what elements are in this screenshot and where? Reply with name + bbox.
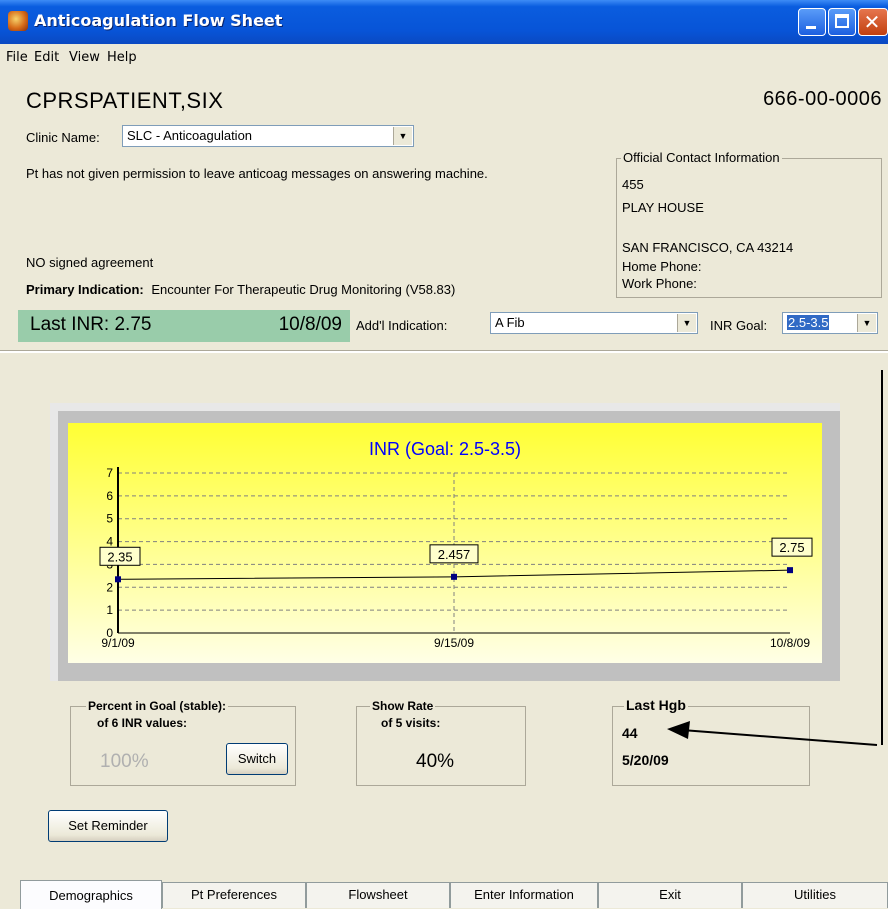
x-tick-label: 9/1/09 xyxy=(101,636,135,650)
chevron-down-icon[interactable]: ▼ xyxy=(393,127,412,145)
minimize-icon xyxy=(806,26,816,29)
tab-enter-information[interactable]: Enter Information xyxy=(450,882,598,908)
clinic-label: Clinic Name: xyxy=(26,130,100,145)
set-reminder-label: Set Reminder xyxy=(68,818,148,833)
chart-title: INR (Goal: 2.5-3.5) xyxy=(369,439,521,459)
work-phone-label: Work Phone: xyxy=(622,276,697,291)
data-point xyxy=(115,576,121,583)
contact-legend: Official Contact Information xyxy=(621,150,782,165)
data-point xyxy=(787,567,793,574)
agreement-status: NO signed agreement xyxy=(26,255,154,270)
permission-message: Pt has not given permission to leave ant… xyxy=(26,166,488,181)
menu-bar: File Edit View Help xyxy=(0,44,888,70)
last-inr-banner: Last INR: 2.75 10/8/09 xyxy=(18,310,350,342)
chart-background xyxy=(68,423,822,663)
close-icon: ✕ xyxy=(863,10,881,34)
tab-demographics[interactable]: Demographics xyxy=(20,880,162,909)
last-hgb-title: Last Hgb xyxy=(624,697,688,713)
patient-ssn: 666-00-0006 xyxy=(763,88,882,110)
minimize-button[interactable] xyxy=(798,8,826,36)
switch-button[interactable]: Switch xyxy=(226,743,288,775)
clinic-select[interactable]: SLC - Anticoagulation ▼ xyxy=(122,125,414,147)
section-divider xyxy=(0,350,888,353)
tab-pt-preferences[interactable]: Pt Preferences xyxy=(162,882,306,908)
title-bar[interactable]: Anticoagulation Flow Sheet ✕ xyxy=(0,0,888,44)
home-phone-label: Home Phone: xyxy=(622,259,702,274)
window-title: Anticoagulation Flow Sheet xyxy=(34,11,283,30)
y-tick-label: 6 xyxy=(106,489,113,503)
menu-file[interactable]: File xyxy=(6,50,28,65)
data-point xyxy=(451,573,457,580)
close-button[interactable]: ✕ xyxy=(858,8,888,36)
contact-line2: PLAY HOUSE xyxy=(622,200,704,215)
tab-bar: Demographics Pt Preferences Flowsheet En… xyxy=(0,880,888,909)
primary-indication-label: Primary Indication: xyxy=(26,282,144,297)
set-reminder-button[interactable]: Set Reminder xyxy=(48,810,168,842)
inr-goal-label: INR Goal: xyxy=(710,318,768,333)
menu-edit[interactable]: Edit xyxy=(34,50,59,65)
tab-flowsheet[interactable]: Flowsheet xyxy=(306,882,450,908)
percent-goal-value: 100% xyxy=(100,751,149,772)
last-hgb-value: 44 xyxy=(622,725,638,741)
y-tick-label: 4 xyxy=(106,535,113,549)
addl-indication-value: A Fib xyxy=(495,315,525,330)
inr-chart: INR (Goal: 2.5-3.5) 01234567 9/1/099/15/… xyxy=(68,423,822,663)
y-tick-label: 1 xyxy=(106,603,113,617)
menu-view[interactable]: View xyxy=(69,50,100,65)
percent-goal-title: Percent in Goal (stable): xyxy=(86,699,229,713)
app-icon xyxy=(8,11,28,31)
chevron-down-icon[interactable]: ▼ xyxy=(677,314,696,332)
data-label: 2.457 xyxy=(438,547,471,562)
percent-goal-subtitle: of 6 INR values: xyxy=(97,716,188,730)
y-tick-label: 5 xyxy=(106,512,113,526)
y-tick-label: 7 xyxy=(106,466,113,480)
maximize-icon xyxy=(835,14,849,28)
tab-exit[interactable]: Exit xyxy=(598,882,742,908)
chevron-down-icon[interactable]: ▼ xyxy=(857,314,876,332)
last-inr-value: Last INR: 2.75 xyxy=(30,314,152,335)
patient-name: CPRSPATIENT,SIX xyxy=(26,88,224,113)
show-rate-title: Show Rate xyxy=(370,699,436,713)
addl-indication-select[interactable]: A Fib ▼ xyxy=(490,312,698,334)
clinic-value: SLC - Anticoagulation xyxy=(127,128,253,143)
primary-indication: Primary Indication: Encounter For Therap… xyxy=(26,282,455,297)
addl-indication-label: Add'l Indication: xyxy=(356,318,448,333)
last-hgb-date: 5/20/09 xyxy=(622,752,669,768)
contact-city: SAN FRANCISCO, CA 43214 xyxy=(622,240,794,255)
tab-utilities[interactable]: Utilities xyxy=(742,882,888,908)
window-edge xyxy=(888,0,892,909)
inr-goal-select[interactable]: 2.5-3.5 ▼ xyxy=(782,312,878,334)
y-tick-label: 2 xyxy=(106,580,113,594)
inr-goal-value: 2.5-3.5 xyxy=(787,315,830,330)
data-label: 2.35 xyxy=(107,549,132,564)
show-rate-value: 40% xyxy=(416,751,455,772)
x-tick-label: 9/15/09 xyxy=(434,636,474,650)
last-inr-date: 10/8/09 xyxy=(278,314,342,335)
maximize-button[interactable] xyxy=(828,8,856,36)
data-label: 2.75 xyxy=(779,540,804,555)
primary-indication-value: Encounter For Therapeutic Drug Monitorin… xyxy=(151,282,456,297)
app-window: Anticoagulation Flow Sheet ✕ File Edit V… xyxy=(0,0,888,909)
switch-button-label: Switch xyxy=(237,751,277,766)
last-hgb-group xyxy=(612,706,810,786)
menu-help[interactable]: Help xyxy=(107,50,137,65)
x-tick-label: 10/8/09 xyxy=(770,636,810,650)
contact-line1: 455 xyxy=(622,177,644,192)
show-rate-subtitle: of 5 visits: xyxy=(381,716,441,730)
